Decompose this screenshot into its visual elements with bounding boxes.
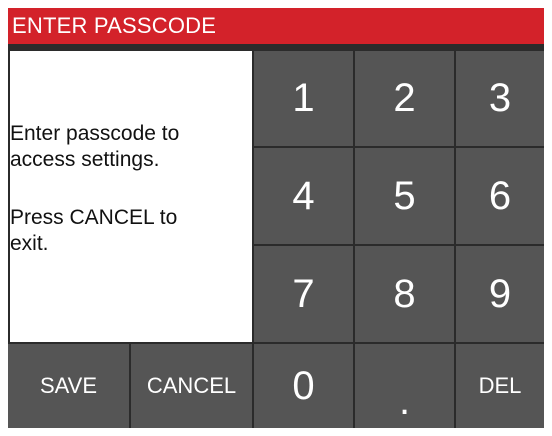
- key-decimal-point[interactable]: .: [355, 344, 454, 428]
- key-1[interactable]: 1: [254, 51, 353, 146]
- key-7[interactable]: 7: [254, 246, 353, 342]
- instruction-box: Enter passcode to access settings. Press…: [10, 51, 252, 342]
- delete-button[interactable]: DEL: [456, 344, 544, 428]
- key-8[interactable]: 8: [355, 246, 454, 342]
- key-3[interactable]: 3: [456, 51, 544, 146]
- key-6[interactable]: 6: [456, 148, 544, 244]
- cancel-button[interactable]: CANCEL: [131, 344, 252, 428]
- key-2[interactable]: 2: [355, 51, 454, 146]
- key-9[interactable]: 9: [456, 246, 544, 342]
- key-4[interactable]: 4: [254, 148, 353, 244]
- save-button[interactable]: SAVE: [8, 344, 129, 428]
- title-bar: ENTER PASSCODE: [8, 8, 544, 44]
- key-5[interactable]: 5: [355, 148, 454, 244]
- instruction-line-1: Enter passcode to: [10, 122, 180, 145]
- passcode-panel: ENTER PASSCODE Enter passcode to access …: [8, 8, 544, 428]
- instruction-line-3: Press CANCEL to: [10, 206, 178, 229]
- key-0[interactable]: 0: [254, 344, 353, 428]
- instruction-line-4: exit.: [10, 232, 49, 255]
- instruction-line-2: access settings.: [10, 148, 160, 171]
